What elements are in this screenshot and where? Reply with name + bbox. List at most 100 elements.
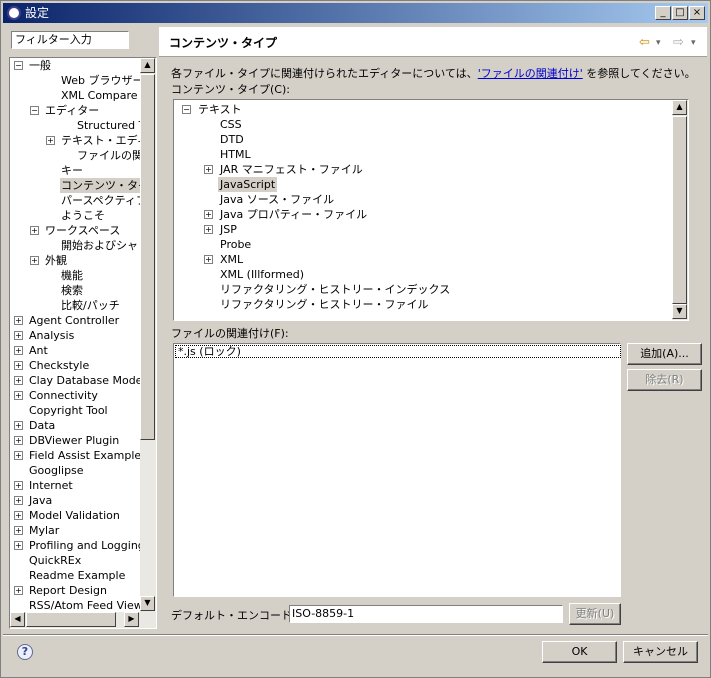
expand-icon[interactable]: + [14, 316, 23, 325]
tree-item[interactable]: 機能 [10, 268, 140, 283]
content-type-item[interactable]: Probe [174, 237, 670, 252]
back-menu-icon[interactable]: ▾ [656, 38, 661, 48]
tree-item[interactable]: + Clay Database Modeling [10, 373, 156, 388]
tree-item[interactable]: + Internet [10, 478, 140, 493]
expand-icon[interactable]: + [14, 541, 23, 550]
tree-item[interactable]: − エディター [10, 103, 140, 118]
tree-item[interactable]: + Ant [10, 343, 140, 358]
expand-icon[interactable]: + [14, 481, 23, 490]
content-type-item[interactable]: − テキスト [174, 102, 670, 117]
tree-item[interactable]: 開始およびシャットダウン [10, 238, 156, 253]
tree-item[interactable]: パースペクティブ [10, 193, 147, 208]
content-type-item[interactable]: リファクタリング・ヒストリー・インデックス [174, 282, 670, 297]
expand-icon[interactable]: + [14, 436, 23, 445]
tree-item[interactable]: 検索 [10, 283, 140, 298]
expand-icon[interactable]: + [14, 421, 23, 430]
tree-item[interactable]: + Mylar [10, 523, 140, 538]
tree-item[interactable]: + Analysis [10, 328, 140, 343]
content-type-scrollbar[interactable]: ▲ ▼ [672, 100, 688, 320]
update-button[interactable]: 更新(U) [569, 603, 621, 625]
tree-item[interactable]: ようこそ [10, 208, 140, 223]
collapse-icon[interactable]: − [182, 105, 191, 114]
preference-tree[interactable]: − 一般 Web ブラウザー XML Compare − エディター Structured … [9, 57, 157, 629]
content-type-item[interactable]: XML (Illformed) [174, 267, 670, 282]
list-item[interactable]: *.js (ロック) [175, 345, 621, 358]
maximize-button[interactable]: □ [672, 6, 688, 20]
content-type-item[interactable]: リファクタリング・ヒストリー・ファイル [174, 297, 670, 312]
tree-horizontal-scrollbar[interactable]: ◀ ▶ [10, 612, 156, 628]
back-arrow-icon[interactable]: ⇦ [639, 35, 650, 50]
forward-menu-icon[interactable]: ▾ [691, 38, 696, 48]
expand-icon[interactable]: + [204, 210, 213, 219]
remove-button[interactable]: 除去(R) [627, 369, 702, 391]
tree-item[interactable]: XML Compare [10, 88, 140, 103]
tree-item[interactable]: Readme Example [10, 568, 140, 583]
tree-item[interactable]: + Field Assist Example [10, 448, 141, 463]
tree-item[interactable]: + Model Validation [10, 508, 140, 523]
scroll-up-button[interactable]: ▲ [140, 58, 155, 73]
ct-scroll-up-button[interactable]: ▲ [672, 100, 687, 115]
tree-item[interactable]: QuickREx [10, 553, 140, 568]
expand-icon[interactable]: + [204, 255, 213, 264]
forward-arrow-icon[interactable]: ⇨ [673, 35, 684, 50]
close-button[interactable]: × [689, 6, 705, 20]
scroll-thumb[interactable] [140, 74, 155, 440]
tree-item[interactable]: + Java [10, 493, 140, 508]
expand-icon[interactable]: + [14, 526, 23, 535]
expand-icon[interactable]: + [14, 451, 23, 460]
ct-scroll-thumb[interactable] [672, 116, 687, 304]
tree-item[interactable]: + ワークスペース [10, 223, 140, 238]
tree-item[interactable]: Structured Text Editors [10, 118, 156, 133]
help-icon[interactable]: ? [17, 644, 33, 660]
add-button[interactable]: 追加(A)... [627, 343, 702, 365]
expand-icon[interactable]: + [14, 511, 23, 520]
ct-scroll-down-button[interactable]: ▼ [672, 304, 687, 319]
content-type-item[interactable]: HTML [174, 147, 670, 162]
tree-item[interactable]: + Data [10, 418, 140, 433]
tree-item[interactable]: + Agent Controller [10, 313, 140, 328]
tree-item[interactable]: RSS/Atom Feed View [10, 598, 143, 613]
scroll-right-button[interactable]: ▶ [124, 612, 139, 627]
cancel-button[interactable]: キャンセル [623, 641, 698, 663]
content-type-item[interactable]: + XML [174, 252, 670, 267]
tree-item[interactable]: + DBViewer Plugin [10, 433, 140, 448]
expand-icon[interactable]: + [14, 361, 23, 370]
expand-icon[interactable]: + [14, 496, 23, 505]
tree-item[interactable]: Web ブラウザー [10, 73, 143, 88]
tree-item[interactable]: +テキスト・エディター [10, 133, 156, 148]
expand-icon[interactable]: + [204, 225, 213, 234]
tree-item[interactable]: キー [10, 163, 140, 178]
tree-item[interactable]: ファイルの関連付け [10, 148, 156, 163]
content-type-item[interactable]: Java ソース・ファイル [174, 192, 670, 207]
filter-input[interactable]: フィルター入力 [11, 31, 129, 49]
content-type-item[interactable]: + JSP [174, 222, 670, 237]
tree-item[interactable]: Copyright Tool [10, 403, 140, 418]
content-type-item[interactable]: DTD [174, 132, 670, 147]
file-associations-list[interactable]: *.js (ロック) [173, 343, 621, 597]
expand-icon[interactable]: + [14, 586, 23, 595]
scroll-down-button[interactable]: ▼ [140, 596, 155, 611]
tree-item[interactable]: + 外観 [10, 253, 140, 268]
expand-icon[interactable]: + [30, 256, 39, 265]
tree-item[interactable]: コンテンツ・タイプ [10, 178, 156, 193]
tree-item[interactable]: + Profiling and Logging [10, 538, 145, 553]
content-type-tree[interactable]: − テキスト CSS DTD HTML + JAR マニフェスト・ファイル JavaScrip… [173, 99, 689, 321]
content-type-item[interactable]: + JAR マニフェスト・ファイル [174, 162, 670, 177]
expand-icon[interactable]: + [14, 391, 23, 400]
tree-item[interactable]: − 一般 [10, 58, 140, 73]
hscroll-thumb[interactable] [26, 612, 116, 627]
collapse-icon[interactable]: − [30, 106, 39, 115]
title-bar[interactable]: 設定 _ □ × [3, 3, 708, 23]
scroll-left-button[interactable]: ◀ [10, 612, 25, 627]
expand-icon[interactable]: + [14, 346, 23, 355]
file-associations-link[interactable]: 'ファイルの関連付け' [478, 67, 583, 80]
minimize-button[interactable]: _ [655, 6, 671, 20]
content-type-item[interactable]: + Java プロパティー・ファイル [174, 207, 670, 222]
expand-icon[interactable]: + [46, 136, 55, 145]
tree-item[interactable]: + Checkstyle [10, 358, 140, 373]
content-type-item[interactable]: CSS [174, 117, 670, 132]
collapse-icon[interactable]: − [14, 61, 23, 70]
expand-icon[interactable]: + [204, 165, 213, 174]
expand-icon[interactable]: + [30, 226, 39, 235]
tree-item[interactable]: + Report Design [10, 583, 140, 598]
